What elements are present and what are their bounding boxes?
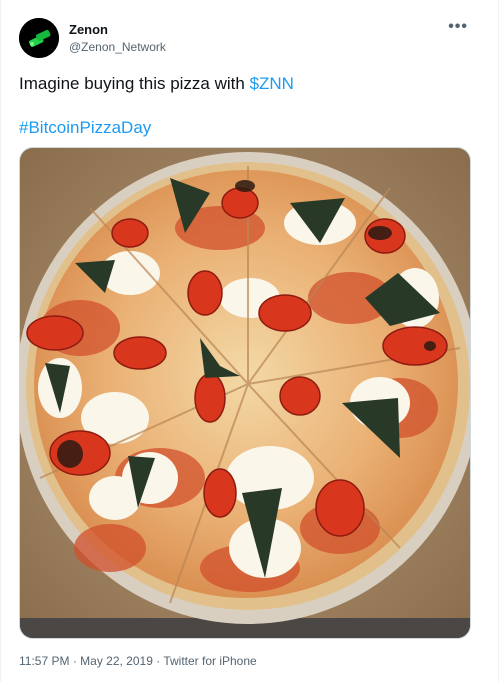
author-handle[interactable]: @Zenon_Network [69,40,166,54]
author-name[interactable]: Zenon [69,22,108,37]
cashtag-link[interactable]: $ZNN [250,74,294,93]
tweet-source[interactable]: Twitter for iPhone [163,654,256,668]
more-options-icon[interactable]: ••• [448,18,468,36]
hashtag-link[interactable]: #BitcoinPizzaDay [19,118,151,138]
tweet-photo[interactable] [19,147,471,639]
tweet-time[interactable]: 11:57 PM [19,654,69,668]
zenon-logo-icon [19,18,59,58]
tweet-text: Imagine buying this pizza with $ZNN [19,74,294,94]
meta-separator: · [69,654,81,668]
meta-separator-2: · [152,654,164,668]
tweet-date[interactable]: May 22, 2019 [80,654,153,668]
tweet-meta: 11:57 PM · May 22, 2019 · Twitter for iP… [19,654,257,668]
pizza-photo-icon [20,148,470,638]
tweet: Zenon @Zenon_Network ••• Imagine buying … [0,0,499,682]
avatar[interactable] [19,18,59,58]
tweet-text-body: Imagine buying this pizza with [19,74,250,93]
